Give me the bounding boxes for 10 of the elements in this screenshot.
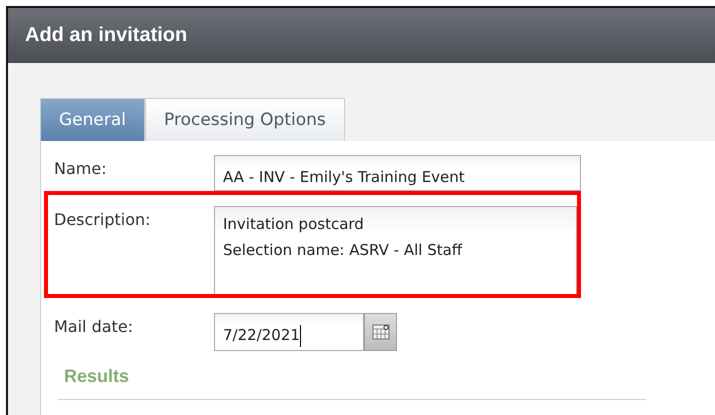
name-field[interactable]: AA - INV - Emily's Training Event — [214, 155, 581, 191]
date-field[interactable]: 7/22/2021 — [214, 313, 364, 351]
field-label: Name: — [54, 158, 108, 180]
window-title: Add an invitation — [25, 24, 188, 47]
calendar-button[interactable] — [364, 313, 397, 351]
field-label: Mail date: — [54, 316, 134, 338]
field-label: Description: — [54, 209, 152, 231]
tab[interactable]: Processing Options — [145, 98, 345, 141]
section-heading: Results — [64, 366, 130, 387]
calendar-icon — [372, 324, 390, 340]
